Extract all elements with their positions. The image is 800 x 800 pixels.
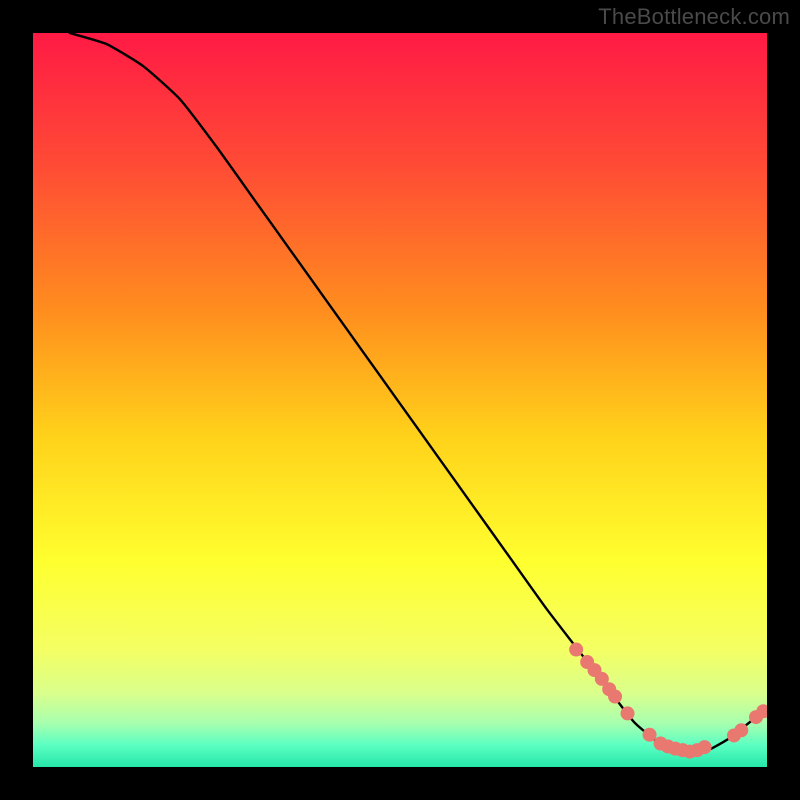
marker-dot [608,690,622,704]
chart-stage: TheBottleneck.com [0,0,800,800]
plot-area [33,33,767,767]
chart-svg [33,33,767,767]
marker-dot [569,643,583,657]
gradient-background [33,33,767,767]
marker-dot [698,740,712,754]
marker-dot [734,723,748,737]
marker-dot [643,728,657,742]
watermark-text: TheBottleneck.com [598,4,790,30]
marker-dot [621,706,635,720]
